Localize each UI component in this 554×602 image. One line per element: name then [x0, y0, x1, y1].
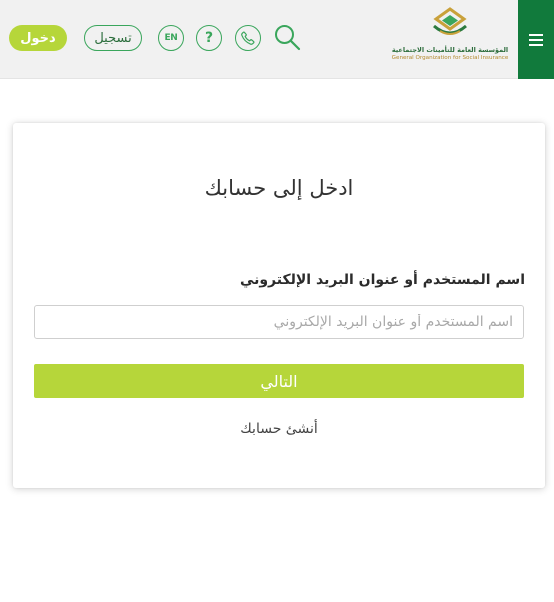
hamburger-menu-icon: [529, 33, 543, 46]
language-label: EN: [164, 33, 178, 43]
next-button-label: التالي: [260, 371, 298, 391]
search-icon: [275, 25, 301, 51]
register-button[interactable]: تسجيل: [84, 25, 142, 51]
username-input[interactable]: [34, 305, 524, 339]
login-button[interactable]: دخول: [9, 25, 67, 51]
search-button[interactable]: [272, 22, 302, 52]
username-field-label: اسم المستخدم أو عنوان البريد الإلكتروني: [239, 272, 525, 288]
login-button-label: دخول: [20, 30, 56, 46]
help-button[interactable]: ?: [196, 25, 222, 51]
logo-org-name-ar: المؤسسة العامة للتأمينات الاجتماعية: [391, 46, 509, 54]
gosi-emblem-icon: [433, 7, 467, 35]
page-title: ادخل إلى حسابك: [204, 176, 354, 200]
phone-icon: [241, 31, 255, 45]
language-toggle-button[interactable]: EN: [158, 25, 184, 51]
question-mark-icon: ?: [204, 30, 214, 46]
logo-org-name-en: General Organization for Social Insuranc…: [391, 55, 509, 61]
top-header: دخول تسجيل EN ? المؤسسة العامة للتأمينات…: [0, 0, 554, 79]
register-button-label: تسجيل: [94, 30, 132, 46]
gosi-logo[interactable]: المؤسسة العامة للتأمينات الاجتماعية Gene…: [388, 6, 512, 72]
next-button[interactable]: التالي: [34, 364, 524, 398]
phone-button[interactable]: [235, 25, 261, 51]
menu-button[interactable]: [518, 0, 554, 79]
login-card: ادخل إلى حسابك اسم المستخدم أو عنوان الب…: [13, 123, 545, 488]
create-account-link[interactable]: أنشئ حسابك: [13, 421, 545, 437]
